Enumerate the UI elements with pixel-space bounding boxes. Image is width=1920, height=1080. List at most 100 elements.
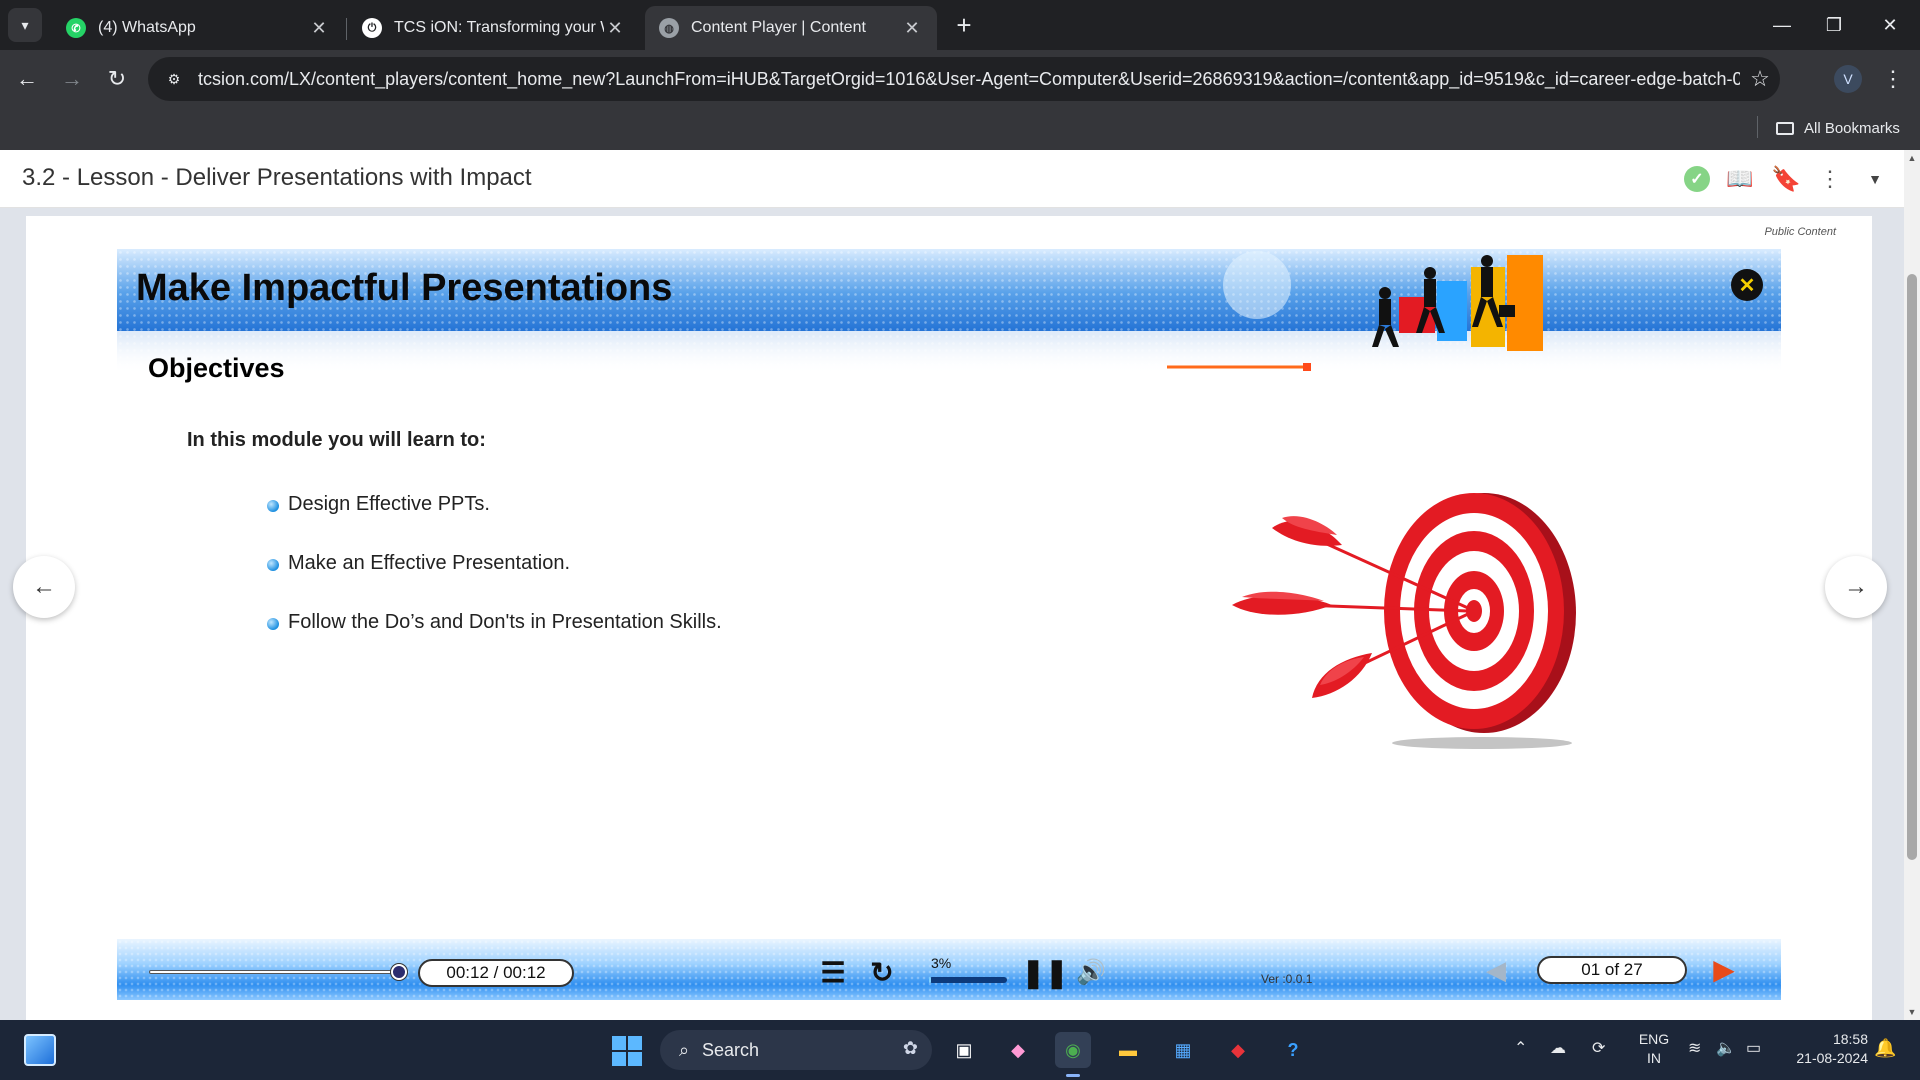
progress-fill (929, 977, 932, 983)
chrome-icon[interactable]: ◉ (1055, 1032, 1091, 1068)
tab-whatsapp[interactable]: ✆ (4) WhatsApp ✕ (52, 6, 344, 50)
banner-illustration (1167, 251, 1543, 371)
bookmark-star-icon[interactable]: ☆ (1740, 66, 1780, 92)
clock-time: 18:58 (1832, 1031, 1868, 1047)
page-indicator: 01 of 27 (1537, 956, 1687, 984)
bookmark-icon[interactable]: 🔖 (1771, 166, 1801, 193)
search-label: Search (702, 1039, 760, 1060)
globe-icon: ◍ (659, 18, 679, 38)
lesson-title: 3.2 - Lesson - Deliver Presentations wit… (22, 164, 532, 191)
list-item: Design Effective PPTs. (267, 493, 722, 552)
tab-title: (4) WhatsApp (98, 19, 196, 36)
browser-tabstrip: ▾ ✆ (4) WhatsApp ✕ ⏻ TCS iON: Transformi… (0, 0, 1920, 50)
copilot-icon[interactable]: ◆ (1000, 1032, 1036, 1068)
close-slide-button[interactable]: ✕ (1731, 269, 1763, 301)
all-bookmarks-label: All Bookmarks (1804, 119, 1900, 137)
tab-title: TCS iON: Transforming your Wo (394, 19, 604, 36)
browser-toolbar: ← → ↻ ⚙ tcsion.com/LX/content_players/co… (0, 50, 1920, 108)
battery-icon[interactable]: ▭ (1746, 1038, 1761, 1058)
close-icon[interactable]: ✕ (308, 18, 330, 39)
tab-content-player[interactable]: ◍ Content Player | Content ✕ (645, 6, 937, 50)
bullet-icon (267, 618, 279, 630)
tab-tcs-ion[interactable]: ⏻ TCS iON: Transforming your Wo ✕ (348, 6, 640, 50)
slide-intro: In this module you will learn to: (187, 429, 486, 451)
forward-button[interactable]: → (55, 62, 89, 96)
whatsapp-icon: ✆ (66, 18, 86, 38)
list-item: Follow the Do’s and Don'ts in Presentati… (267, 611, 722, 670)
list-item: Make an Effective Presentation. (267, 552, 722, 611)
close-icon[interactable]: ✕ (604, 18, 626, 39)
public-content-tag: Public Content (1764, 226, 1836, 238)
reload-button[interactable]: ↻ (100, 62, 134, 96)
speaker-icon[interactable]: 🔈 (1716, 1038, 1736, 1058)
search-icon: ⌕ (678, 1039, 690, 1060)
more-options-icon[interactable]: ⋮ (1817, 166, 1843, 192)
menu-list-icon[interactable]: ☰ (817, 957, 849, 988)
microsoft-store-icon[interactable]: ▦ (1165, 1032, 1201, 1068)
tab-title: Content Player | Content (691, 19, 866, 36)
active-app-indicator (1066, 1074, 1080, 1077)
next-page-arrow-icon[interactable]: ▶ (1709, 956, 1739, 984)
bookmarks-bar: All Bookmarks (0, 108, 1920, 150)
arrow-left-icon: ← (32, 573, 56, 600)
back-button[interactable]: ← (10, 62, 44, 96)
show-hidden-icons-icon[interactable]: ⌃ (1514, 1038, 1527, 1058)
restore-button[interactable]: ❐ (1804, 0, 1864, 50)
slide-heading: Objectives (148, 353, 285, 383)
previous-lesson-button[interactable]: ← (13, 556, 75, 618)
version-label: Ver :0.0.1 (1261, 972, 1313, 986)
target-illustration (1232, 493, 1576, 749)
tab-search-button[interactable]: ▾ (8, 8, 42, 42)
taskbar: ⌕ Search ✿ ▣ ◆ ◉ ▬ ▦ ◆ ? ⌃ ☁ ⟳ ENG IN ≋ … (0, 1020, 1920, 1080)
notification-bell-icon[interactable]: 🔔 (1874, 1038, 1896, 1059)
close-window-button[interactable]: ✕ (1860, 0, 1920, 50)
time-display: 00:12 / 00:12 (418, 959, 574, 987)
volume-icon[interactable]: 🔊 (1075, 957, 1107, 987)
pause-icon[interactable]: ❚❚ (1022, 957, 1069, 988)
taskbar-search[interactable]: ⌕ Search ✿ (660, 1030, 932, 1070)
sync-icon[interactable]: ⟳ (1592, 1038, 1605, 1058)
folder-icon (1776, 121, 1794, 135)
next-lesson-button[interactable]: → (1825, 556, 1887, 618)
scroll-thumb[interactable] (1907, 274, 1917, 860)
system-clock[interactable]: 18:58 21-08-2024 (1776, 1030, 1868, 1068)
slide-banner: Make Impactful Presentations ✕ (117, 249, 1781, 373)
new-tab-button[interactable]: + (948, 10, 980, 42)
app-diamond-icon[interactable]: ◆ (1220, 1032, 1256, 1068)
widgets-icon[interactable] (24, 1034, 56, 1066)
start-button[interactable] (612, 1036, 642, 1066)
clock-date: 21-08-2024 (1796, 1050, 1868, 1066)
book-icon[interactable]: 📖 (1726, 166, 1753, 192)
weather-icon[interactable]: ☁ (1550, 1038, 1566, 1058)
seek-handle[interactable] (391, 964, 407, 980)
browser-menu-button[interactable]: ⋮ (1878, 62, 1908, 96)
site-info-icon[interactable]: ⚙ (154, 59, 194, 99)
all-bookmarks-button[interactable]: All Bookmarks (1776, 114, 1900, 142)
seek-bar[interactable] (149, 970, 401, 974)
objective-text: Follow the Do’s and Don'ts in Presentati… (288, 611, 722, 633)
tcs-ion-icon: ⏻ (362, 18, 382, 38)
objective-text: Design Effective PPTs. (288, 493, 490, 515)
address-bar[interactable]: ⚙ tcsion.com/LX/content_players/content_… (148, 57, 1780, 101)
caret-down-icon[interactable]: ▼ (1862, 166, 1888, 192)
tab-divider (346, 18, 347, 40)
minimize-button[interactable]: — (1752, 0, 1812, 50)
task-view-icon[interactable]: ▣ (946, 1032, 982, 1068)
close-icon[interactable]: ✕ (901, 18, 923, 39)
page-scrollbar[interactable]: ▲ ▼ (1904, 150, 1920, 1020)
scroll-down-icon[interactable]: ▼ (1904, 1004, 1920, 1020)
language-top: ENG (1638, 1031, 1670, 1047)
language-indicator[interactable]: ENG IN (1632, 1030, 1676, 1068)
objectives-list: Design Effective PPTs. Make an Effective… (267, 493, 722, 670)
file-explorer-icon[interactable]: ▬ (1110, 1032, 1146, 1068)
previous-page-arrow-icon[interactable]: ◀ (1481, 957, 1511, 983)
wifi-icon[interactable]: ≋ (1688, 1038, 1701, 1058)
lesson-header: 3.2 - Lesson - Deliver Presentations wit… (0, 150, 1904, 208)
help-icon[interactable]: ? (1275, 1032, 1311, 1068)
replay-icon[interactable]: ↻ (866, 957, 898, 988)
url-text[interactable]: tcsion.com/LX/content_players/content_ho… (194, 69, 1740, 90)
profile-avatar[interactable]: V (1834, 65, 1862, 93)
scroll-up-icon[interactable]: ▲ (1904, 150, 1920, 166)
search-highlight-icon: ✿ (902, 1038, 918, 1058)
progress-percent: 3% (931, 955, 952, 971)
